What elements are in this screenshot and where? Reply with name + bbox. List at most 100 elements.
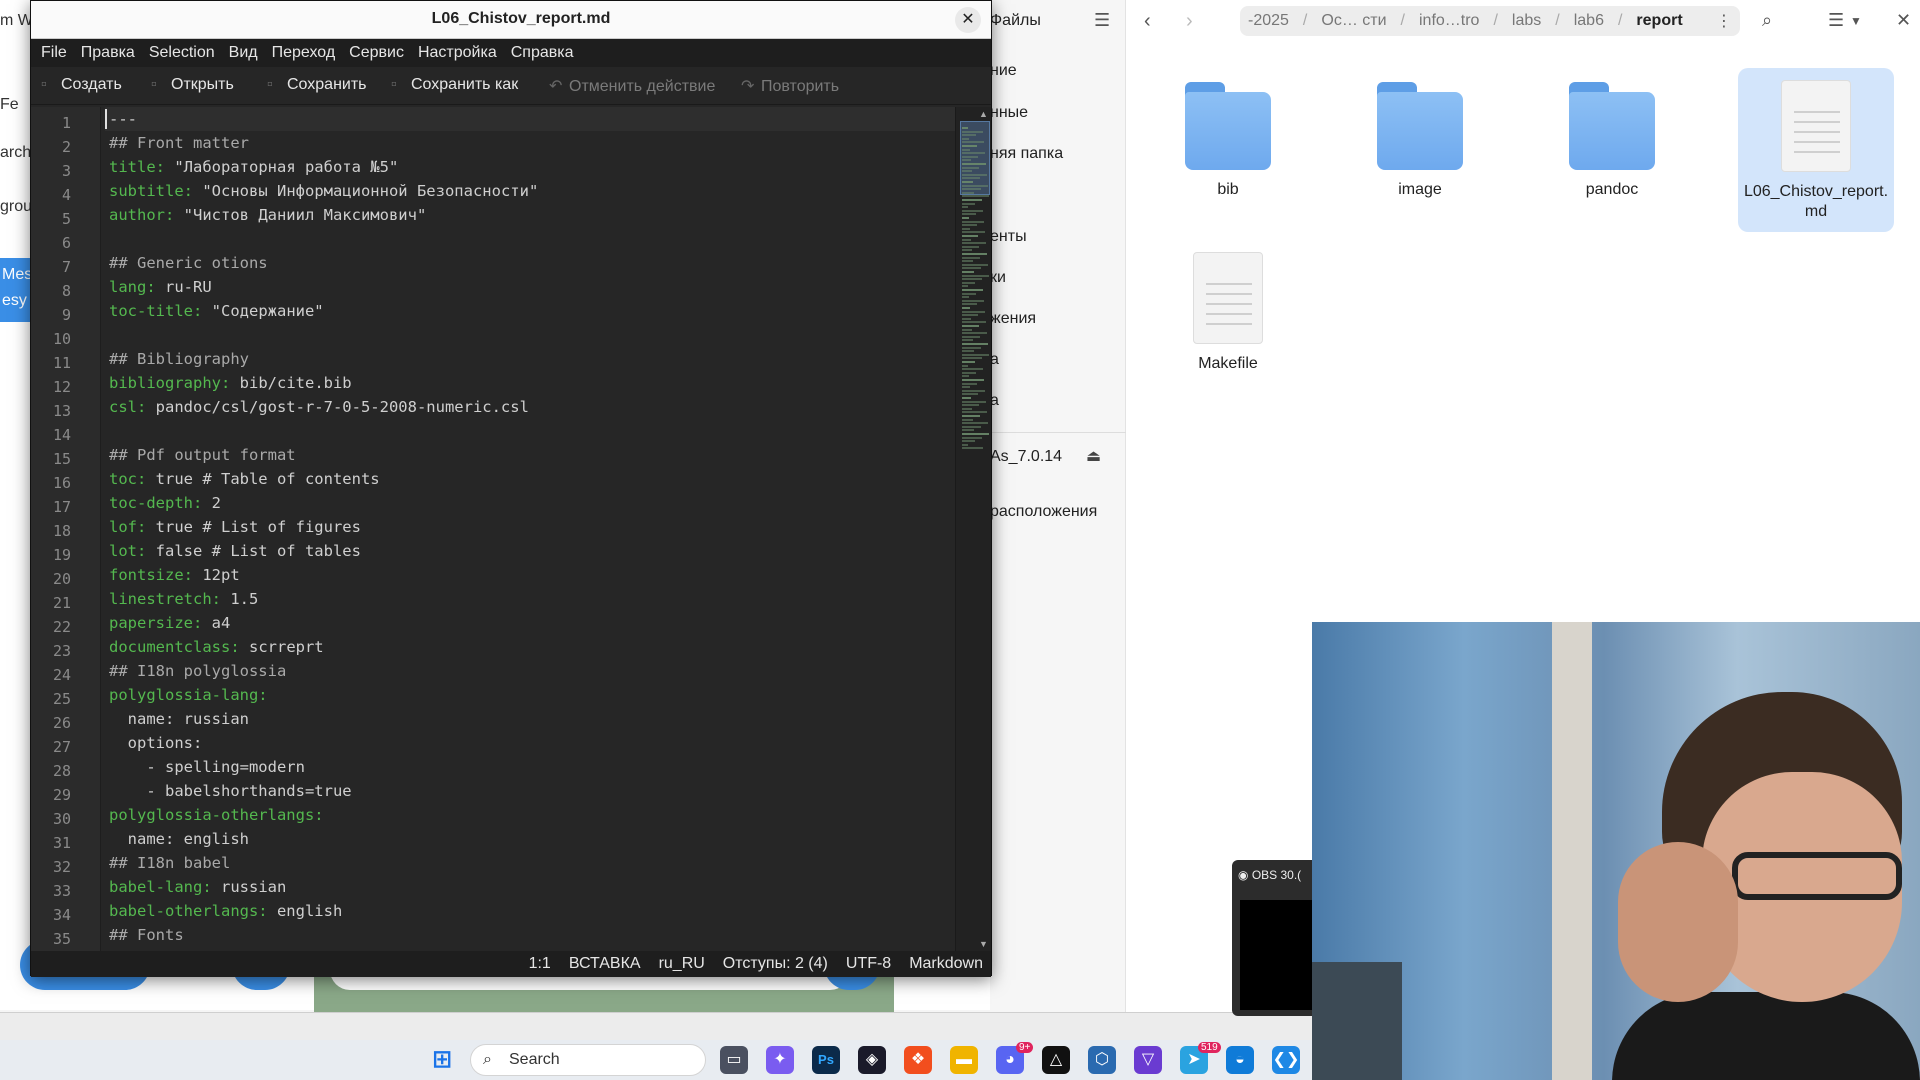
yaml-key: papersize: [109, 614, 203, 632]
yaml-key: csl: [109, 398, 147, 416]
menu-goto[interactable]: Переход [272, 44, 336, 62]
background-band [0, 1012, 1312, 1040]
redo-label: Повторить [761, 78, 840, 95]
chevron-down-icon[interactable]: ▼ [1850, 14, 1862, 28]
close-button[interactable]: ✕ [955, 7, 981, 33]
toolbar: ▫ Создать ▫ Открыть ▫ Сохранить ▫ Сохранить … [31, 67, 991, 105]
edge-icon[interactable]: ◒ [1226, 1046, 1254, 1074]
taskbar-search[interactable]: ⌕ Search [470, 1044, 706, 1076]
yaml-key: lot: [109, 542, 147, 560]
code-area[interactable]: --- ## Front matter title: "Лабораторная р… [105, 107, 955, 951]
code-line: babel-otherlangs: english [105, 899, 342, 923]
view-list-icon[interactable]: ☰ [1828, 10, 1844, 31]
file-tile-makefile[interactable]: Makefile [1150, 240, 1306, 404]
forward-icon[interactable]: › [1186, 10, 1193, 33]
kebab-menu-icon[interactable]: ⋮ [1716, 11, 1732, 31]
minimap-line [962, 173, 987, 176]
sidebar-item[interactable]: ки [990, 269, 1006, 287]
save-as-button[interactable]: ▫ Сохранить как [391, 76, 518, 94]
code-text: false # List of tables [146, 542, 361, 560]
file-tile-bib[interactable]: bib [1150, 68, 1306, 232]
figma-icon[interactable]: ❖ [904, 1046, 932, 1074]
minimap-line [962, 411, 987, 414]
yaml-key: fontsize: [109, 566, 193, 584]
minimap[interactable] [955, 107, 991, 951]
breadcrumb-item[interactable]: info…tro [1419, 12, 1479, 30]
breadcrumb-item[interactable]: -2025 [1248, 12, 1289, 30]
app-drive-icon[interactable]: △ [1042, 1046, 1070, 1074]
sidebar-item[interactable]: няя папка [990, 145, 1063, 163]
obs-preview-window[interactable]: ◉ OBS 30.( [1232, 860, 1312, 1016]
sidebar-item[interactable]: ние [990, 62, 1017, 80]
breadcrumb-item[interactable]: Ос… сти [1321, 12, 1386, 30]
browser-message-badge[interactable]: Mes esy [0, 258, 34, 322]
menu-tools[interactable]: Сервис [349, 44, 404, 62]
code-text: 12pt [193, 566, 240, 584]
minimap-line [962, 278, 982, 281]
cursor-position[interactable]: 1:1 [529, 955, 551, 973]
sidebar-item[interactable]: жения [990, 310, 1036, 328]
menu-edit[interactable]: Правка [81, 44, 135, 62]
minimap-line [962, 213, 976, 216]
sidebar-item-volume[interactable]: As_7.0.14 [990, 448, 1062, 466]
redo-button[interactable]: ↷ Повторить [741, 76, 839, 96]
open-button[interactable]: ▫ Открыть [151, 76, 234, 94]
menu-settings[interactable]: Настройка [418, 44, 497, 62]
back-icon[interactable]: ‹ [1144, 10, 1151, 33]
minimap-line [962, 170, 972, 173]
close-icon[interactable]: ✕ [1896, 10, 1911, 31]
breadcrumb-item[interactable]: lab6 [1574, 12, 1604, 30]
menu-selection[interactable]: Selection [149, 44, 215, 62]
breadcrumb-current[interactable]: report [1636, 12, 1682, 30]
minimap-line [962, 422, 988, 425]
sidebar-item[interactable]: енты [990, 228, 1027, 246]
search-icon[interactable]: ⌕ [1762, 10, 1772, 31]
code-text: a4 [202, 614, 231, 632]
sidebar-item-other-locations[interactable]: расположения [990, 503, 1097, 521]
new-button[interactable]: ▫ Создать [41, 76, 122, 94]
vscode-icon[interactable]: ❮❯ [1272, 1046, 1300, 1074]
copilot-icon[interactable]: ✦ [766, 1046, 794, 1074]
scroll-up-icon[interactable]: ▲ [979, 109, 988, 119]
syntax-mode[interactable]: Markdown [909, 955, 983, 973]
minimap-line [962, 249, 972, 252]
minimap-line [962, 238, 971, 241]
undo-button[interactable]: ↶ Отменить действие [549, 76, 715, 96]
minimap-line [962, 397, 971, 399]
eject-icon[interactable]: ⏏ [1086, 446, 1101, 466]
menu-help[interactable]: Справка [511, 44, 574, 62]
save-button[interactable]: ▫ Сохранить [267, 76, 367, 94]
minimap-line [962, 404, 979, 407]
task-view-icon[interactable]: ▭ [720, 1046, 748, 1074]
code-line: ## I18n babel [105, 851, 230, 875]
davinci-icon[interactable]: ◈ [858, 1046, 886, 1074]
document-icon [1781, 80, 1851, 172]
markdown-heading: ## Fonts [109, 926, 184, 944]
vpn-icon[interactable]: ▽ [1134, 1046, 1162, 1074]
file-tile-image[interactable]: image [1342, 68, 1498, 232]
menu-view[interactable]: Вид [229, 44, 258, 62]
menu-file[interactable]: File [41, 44, 67, 62]
obs-title-text: OBS 30.( [1251, 868, 1302, 882]
input-mode[interactable]: ВСТАВКА [569, 955, 641, 973]
breadcrumb-item[interactable]: labs [1512, 12, 1541, 30]
virtualbox-icon[interactable]: ⬡ [1088, 1046, 1116, 1074]
file-explorer-icon[interactable]: ▬ [950, 1046, 978, 1074]
line-number: 32 [52, 858, 71, 876]
folder-icon [1569, 82, 1655, 170]
indentation-setting[interactable]: Отступы: 2 (4) [723, 955, 828, 973]
minimap-line [962, 440, 975, 443]
encoding[interactable]: UTF-8 [846, 955, 891, 973]
photoshop-icon[interactable]: Ps [812, 1046, 840, 1074]
browser-fragment: grou [0, 198, 33, 215]
file-tile-pandoc[interactable]: pandoc [1534, 68, 1690, 232]
windows-start-icon[interactable]: ⊞ [428, 1046, 456, 1074]
minimap-line [962, 148, 970, 151]
sidebar-item[interactable]: нные [990, 104, 1028, 122]
file-tile-report[interactable]: L06_Chistov_report.md [1738, 68, 1894, 232]
spellcheck-language[interactable]: ru_RU [659, 955, 705, 973]
minimap-line [962, 353, 989, 356]
scroll-down-icon[interactable]: ▼ [979, 939, 988, 949]
minimap-line [962, 281, 975, 284]
